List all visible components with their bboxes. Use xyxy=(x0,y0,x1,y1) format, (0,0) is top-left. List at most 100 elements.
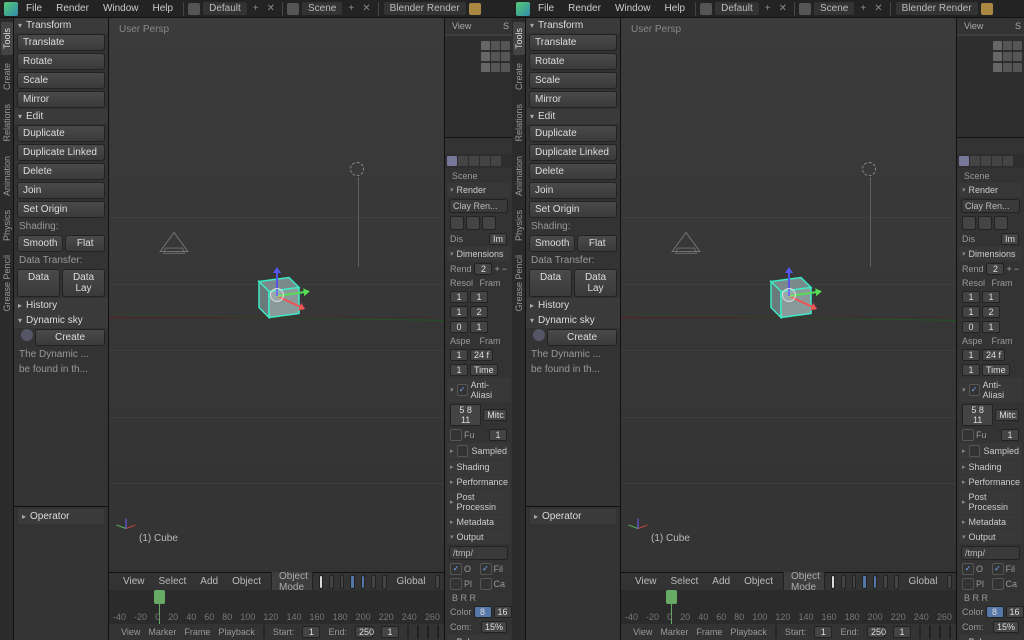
manip-rotate[interactable] xyxy=(371,575,376,589)
hdr-view[interactable]: View xyxy=(119,575,149,588)
sect-aa[interactable]: Anti-Aliasi xyxy=(447,378,510,402)
frame-step[interactable]: 1 xyxy=(470,321,488,333)
proportional-icon[interactable] xyxy=(947,575,952,589)
timeline-track[interactable]: -40-200204060801001201401601802002202402… xyxy=(109,590,444,624)
btn-set-origin[interactable]: Set Origin xyxy=(529,201,617,218)
cube-object[interactable] xyxy=(245,262,309,329)
render-anim-icon[interactable] xyxy=(978,216,992,230)
lamp-object[interactable] xyxy=(862,162,876,176)
vis-toggle[interactable] xyxy=(993,63,1002,72)
tab-scene-icon[interactable] xyxy=(981,156,991,166)
screen-layout-icon[interactable] xyxy=(188,3,200,15)
time-remap[interactable]: Time xyxy=(470,364,498,376)
sect-perf[interactable]: Performance xyxy=(959,475,1022,489)
tab-layers-icon[interactable] xyxy=(970,156,980,166)
outliner-search[interactable]: S xyxy=(1015,21,1021,31)
sampled-check[interactable] xyxy=(457,445,469,457)
sect-aa[interactable]: Anti-Aliasi xyxy=(959,378,1022,402)
res-y[interactable]: 1 xyxy=(962,306,980,318)
play-icon[interactable] xyxy=(437,625,439,639)
frame-step[interactable]: 1 xyxy=(982,321,1000,333)
depth-8[interactable]: 8 xyxy=(474,606,492,618)
btn-rotate[interactable]: Rotate xyxy=(529,53,617,70)
outliner-cube-row[interactable] xyxy=(957,51,1024,62)
hdr-add[interactable]: Add xyxy=(708,575,734,588)
tab-world-icon[interactable] xyxy=(480,156,490,166)
layers-icon[interactable] xyxy=(340,575,345,589)
tl-start[interactable]: 1 xyxy=(814,626,832,638)
layout-add[interactable]: + xyxy=(762,3,774,14)
sect-post[interactable]: Post Processin xyxy=(447,490,510,514)
tl-marker[interactable]: Marker xyxy=(148,627,176,637)
btn-flat[interactable]: Flat xyxy=(577,235,617,252)
layout-selector[interactable]: Default xyxy=(714,1,760,16)
rend-toggle[interactable] xyxy=(501,63,510,72)
sect-dimensions[interactable]: Dimensions xyxy=(447,247,510,261)
sect-render[interactable]: Render xyxy=(959,183,1022,197)
tl-playback[interactable]: Playback xyxy=(218,627,255,637)
tl-marker[interactable]: Marker xyxy=(660,627,688,637)
res-y[interactable]: 1 xyxy=(450,306,468,318)
tl-playback[interactable]: Playback xyxy=(730,627,767,637)
menu-file[interactable]: File xyxy=(20,1,48,16)
play-rev-icon[interactable] xyxy=(939,625,941,639)
asp-x[interactable]: 1 xyxy=(450,349,468,361)
scene-selector[interactable]: Scene xyxy=(301,1,343,16)
tab-relations[interactable]: Relations xyxy=(1,98,13,148)
rend-preset[interactable]: 2 xyxy=(986,263,1004,275)
btn-flat[interactable]: Flat xyxy=(65,235,105,252)
panel-transform[interactable]: Transform xyxy=(526,18,620,33)
panel-history[interactable]: History xyxy=(526,298,620,313)
btn-translate[interactable]: Translate xyxy=(17,34,105,51)
asp-x[interactable]: 1 xyxy=(962,349,980,361)
pivot-icon[interactable] xyxy=(329,575,334,589)
cache-check[interactable] xyxy=(480,578,492,590)
depth-8[interactable]: 8 xyxy=(986,606,1004,618)
output-path[interactable]: /tmp/ xyxy=(449,546,508,560)
aa-size[interactable]: 1 xyxy=(489,429,507,441)
btn-duplicate[interactable]: Duplicate xyxy=(17,125,105,142)
btn-delete[interactable]: Delete xyxy=(529,163,617,180)
placeholder-check[interactable] xyxy=(450,578,462,590)
btn-set-origin[interactable]: Set Origin xyxy=(17,201,105,218)
scene-add[interactable]: + xyxy=(857,3,869,14)
tab-relations[interactable]: Relations xyxy=(513,98,525,148)
vis-toggle[interactable] xyxy=(481,41,490,50)
aa-check[interactable] xyxy=(969,384,980,396)
asp-y[interactable]: 1 xyxy=(962,364,980,376)
3d-viewport[interactable]: User Persp xyxy=(621,18,956,572)
display-mode[interactable]: Im xyxy=(1001,233,1019,245)
render-engine-selector[interactable]: Blender Render xyxy=(895,1,979,16)
scene-remove[interactable]: ✕ xyxy=(871,3,885,14)
btn-smooth[interactable]: Smooth xyxy=(17,235,63,252)
outliner-view[interactable]: View xyxy=(964,21,983,31)
rend-preset[interactable]: 2 xyxy=(474,263,492,275)
full-sample[interactable] xyxy=(962,429,974,441)
cache-check[interactable] xyxy=(992,578,1004,590)
orientation-selector[interactable]: Global xyxy=(905,575,942,588)
btn-rotate[interactable]: Rotate xyxy=(17,53,105,70)
tab-render-icon[interactable] xyxy=(959,156,969,166)
frame-end[interactable]: 2 xyxy=(470,306,488,318)
jump-start-icon[interactable] xyxy=(407,625,409,639)
menu-render[interactable]: Render xyxy=(50,1,95,16)
menu-render[interactable]: Render xyxy=(562,1,607,16)
btn-duplicate-linked[interactable]: Duplicate Linked xyxy=(529,144,617,161)
tab-object-icon[interactable] xyxy=(1003,156,1013,166)
aa-size[interactable]: 1 xyxy=(1001,429,1019,441)
btn-data[interactable]: Data xyxy=(529,269,572,297)
autokey-icon[interactable] xyxy=(263,625,265,639)
sect-output[interactable]: Output xyxy=(959,530,1022,544)
sect-meta[interactable]: Metadata xyxy=(447,515,510,529)
manip-translate[interactable] xyxy=(361,575,366,589)
sel-toggle[interactable] xyxy=(491,41,500,50)
btn-mirror[interactable]: Mirror xyxy=(17,91,105,108)
manip-translate[interactable] xyxy=(873,575,878,589)
scene-name[interactable]: Scene xyxy=(964,171,1019,181)
frame-end[interactable]: 2 xyxy=(982,306,1000,318)
minus-icon[interactable]: − xyxy=(502,264,507,274)
menu-file[interactable]: File xyxy=(532,1,560,16)
sect-bake[interactable]: Bake xyxy=(447,635,510,640)
aa-samples[interactable]: 5 8 11 xyxy=(962,404,993,426)
sect-sampled[interactable]: Sampled xyxy=(959,443,1022,459)
